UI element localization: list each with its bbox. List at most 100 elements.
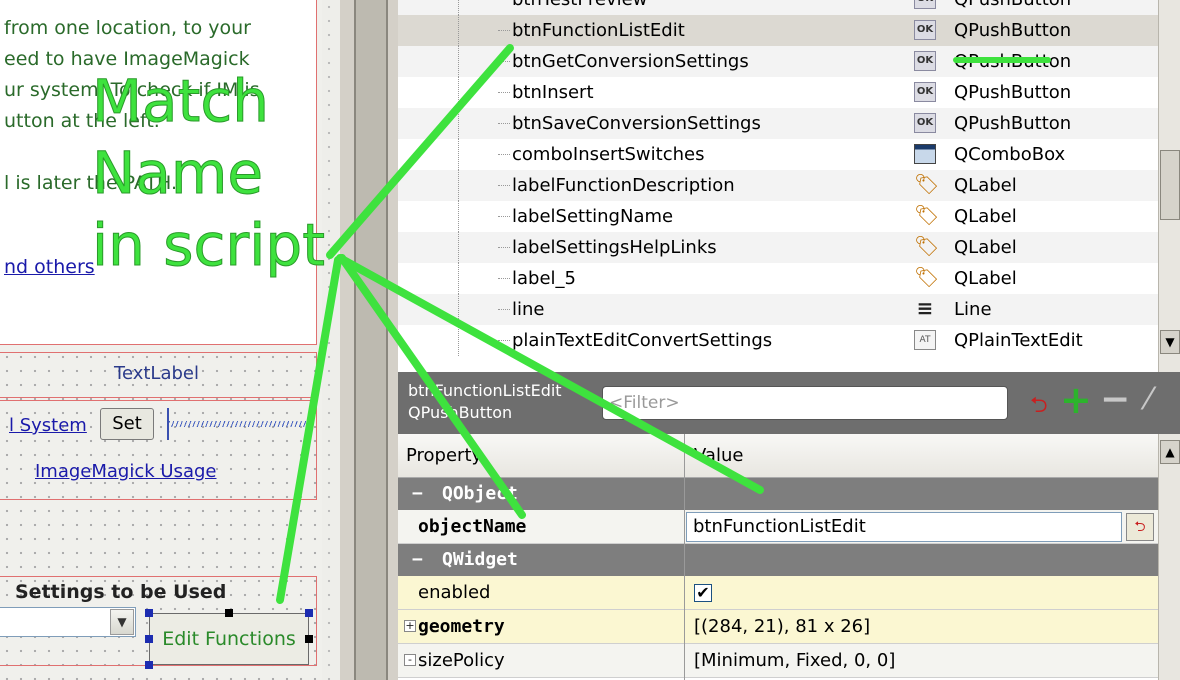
selection-handle[interactable] bbox=[145, 635, 153, 643]
tree-item-class: QPlainTextEdit bbox=[954, 330, 1083, 351]
tree-guide-line bbox=[458, 232, 459, 263]
collapse-icon[interactable]: − bbox=[412, 544, 423, 576]
object-inspector-tree: btnTestPreviewOKQPushButtonbtnFunctionLi… bbox=[398, 0, 1158, 372]
form-canvas-margin bbox=[322, 0, 340, 680]
tree-guide-line bbox=[458, 325, 459, 356]
help-text-line: from one location, to your bbox=[4, 17, 251, 39]
collapse-icon[interactable]: - bbox=[404, 654, 416, 666]
collapse-icon[interactable]: − bbox=[412, 478, 423, 510]
tree-branch-line bbox=[498, 92, 510, 93]
remove-property-icon[interactable]: − bbox=[1100, 380, 1130, 420]
splitter-handle[interactable] bbox=[354, 0, 388, 680]
tree-item-labelSettingName[interactable]: labelSettingName 🏷 QLabel bbox=[398, 201, 1158, 232]
edit-functions-button[interactable]: Edit Functions bbox=[149, 613, 309, 665]
tree-item-class: Line bbox=[954, 299, 992, 320]
column-header-value[interactable]: Value bbox=[694, 434, 743, 478]
property-scrollbar[interactable] bbox=[1158, 434, 1180, 680]
property-row-geometry[interactable]: + geometry [(284, 21), 81 x 26] bbox=[398, 610, 1158, 644]
property-row-objectName[interactable]: objectName btnFunctionListEdit ⮌ bbox=[398, 510, 1158, 544]
enabled-checkbox[interactable]: ✔ bbox=[694, 584, 712, 602]
tree-item-plainTextEditConvertSettings[interactable]: plainTextEditConvertSettings AT QPlainText… bbox=[398, 325, 1158, 356]
plaintextedit-icon: AT bbox=[914, 330, 936, 350]
chevron-down-icon[interactable]: ▼ bbox=[110, 609, 134, 635]
tree-item-labelFunctionDescription[interactable]: labelFunctionDescription 🏷 QLabel bbox=[398, 170, 1158, 201]
add-property-icon[interactable]: + bbox=[1060, 380, 1092, 420]
tree-branch-line bbox=[498, 247, 510, 248]
tree-item-btnTestPreview[interactable]: btnTestPreview OK QPushButton bbox=[398, 0, 1158, 15]
property-group-QWidget[interactable]: − QWidget bbox=[398, 544, 1158, 576]
tree-item-label_5[interactable]: label_5 🏷 QLabel bbox=[398, 263, 1158, 294]
tree-branch-line bbox=[498, 61, 510, 62]
tree-item-labelSettingsHelpLinks[interactable]: labelSettingsHelpLinks 🏷 QLabel bbox=[398, 232, 1158, 263]
system-link[interactable]: l System bbox=[9, 415, 87, 436]
tree-branch-line bbox=[498, 278, 510, 279]
column-divider[interactable] bbox=[684, 434, 685, 680]
property-value[interactable]: [Minimum, Fixed, 0, 0] bbox=[694, 644, 895, 678]
tree-branch-line bbox=[498, 340, 510, 341]
tree-guide-line bbox=[458, 201, 459, 232]
property-value[interactable]: [(284, 21), 81 x 26] bbox=[694, 610, 870, 644]
tree-item-line[interactable]: line ≡ Line bbox=[398, 294, 1158, 325]
label-icon: 🏷 bbox=[914, 265, 940, 289]
tree-item-class: QLabel bbox=[954, 237, 1017, 258]
property-row-enabled[interactable]: enabled ✔ bbox=[398, 576, 1158, 610]
tree-item-btnGetConversionSettings[interactable]: btnGetConversionSettings OK QPushButton bbox=[398, 46, 1158, 77]
tree-item-name: label_5 bbox=[512, 268, 576, 289]
imagemagick-usage-link[interactable]: ImageMagick Usage bbox=[35, 461, 217, 482]
selection-handle[interactable] bbox=[225, 609, 233, 617]
objectname-input[interactable]: btnFunctionListEdit bbox=[686, 512, 1122, 542]
tree-branch-line bbox=[498, 185, 510, 186]
selection-handle[interactable] bbox=[305, 609, 313, 617]
tree-item-name: btnFunctionListEdit bbox=[512, 20, 685, 41]
property-group-QObject[interactable]: − QObject bbox=[398, 478, 1158, 510]
path-field[interactable] bbox=[167, 408, 311, 440]
ok-icon: OK bbox=[914, 0, 936, 9]
help-text-line: l is later the PATH. bbox=[4, 172, 178, 194]
object-tree-scroll-thumb[interactable] bbox=[1160, 150, 1180, 220]
tree-item-btnSaveConversionSettings[interactable]: btnSaveConversionSettings OK QPushButton bbox=[398, 108, 1158, 139]
property-name: geometry bbox=[418, 616, 505, 637]
property-filter-input[interactable]: <Filter> bbox=[602, 386, 1008, 420]
set-button[interactable]: Set bbox=[100, 408, 154, 440]
expand-icon[interactable]: + bbox=[404, 620, 416, 632]
selection-handle[interactable] bbox=[145, 609, 153, 617]
help-text-label[interactable]: from one location, to your eed to have Im… bbox=[0, 0, 317, 345]
selection-handle[interactable] bbox=[145, 661, 153, 669]
tree-item-class: QPushButton bbox=[954, 20, 1072, 41]
tree-item-comboInsertSwitches[interactable]: comboInsertSwitches QComboBox bbox=[398, 139, 1158, 170]
dock-splitter[interactable] bbox=[340, 0, 400, 680]
system-settings-group: l System Set ImageMagick Usage bbox=[0, 400, 317, 500]
textlabel-widget[interactable]: TextLabel bbox=[0, 352, 317, 398]
selected-object-name: btnFunctionListEdit bbox=[408, 381, 562, 400]
tree-branch-line bbox=[498, 309, 510, 310]
help-text-line: ur system. To check if IM is bbox=[4, 79, 260, 101]
selected-object-class: QPushButton bbox=[408, 403, 513, 422]
help-text-line bbox=[4, 138, 304, 169]
reset-arrow-icon[interactable]: ⮌ bbox=[1030, 388, 1048, 426]
scroll-down-arrow-icon[interactable]: ▼ bbox=[1160, 330, 1180, 354]
tree-item-btnInsert[interactable]: btnInsert OK QPushButton bbox=[398, 77, 1158, 108]
property-row-sizePolicy[interactable]: - sizePolicy [Minimum, Fixed, 0, 0] bbox=[398, 644, 1158, 678]
tree-guide-line bbox=[458, 0, 459, 15]
tree-item-class: QLabel bbox=[954, 268, 1017, 289]
column-header-property[interactable]: Property bbox=[406, 434, 482, 478]
tree-item-name: labelSettingsHelpLinks bbox=[512, 237, 717, 258]
tree-guide-line bbox=[458, 139, 459, 170]
selection-handle[interactable] bbox=[305, 635, 313, 643]
tree-branch-line bbox=[498, 154, 510, 155]
tree-item-class: QLabel bbox=[954, 206, 1017, 227]
property-name: sizePolicy bbox=[418, 650, 505, 671]
wrench-icon[interactable]: ⁄ bbox=[1146, 382, 1151, 417]
scroll-up-arrow-icon[interactable]: ▲ bbox=[1160, 440, 1180, 464]
ok-icon: OK bbox=[914, 82, 936, 102]
tree-item-name: line bbox=[512, 299, 545, 320]
tree-item-class: QLabel bbox=[954, 175, 1017, 196]
settings-combobox[interactable]: ▼ bbox=[0, 607, 136, 637]
settings-title: Settings to be Used bbox=[15, 581, 227, 603]
tree-item-class: QPushButton bbox=[954, 0, 1071, 15]
help-link[interactable]: nd others bbox=[4, 256, 95, 278]
tree-item-name: plainTextEditConvertSettings bbox=[512, 330, 773, 351]
tree-item-btnFunctionListEdit[interactable]: btnFunctionListEdit OK QPushButton bbox=[398, 15, 1158, 46]
property-name: objectName bbox=[418, 516, 527, 537]
reset-property-icon[interactable]: ⮌ bbox=[1126, 513, 1154, 541]
